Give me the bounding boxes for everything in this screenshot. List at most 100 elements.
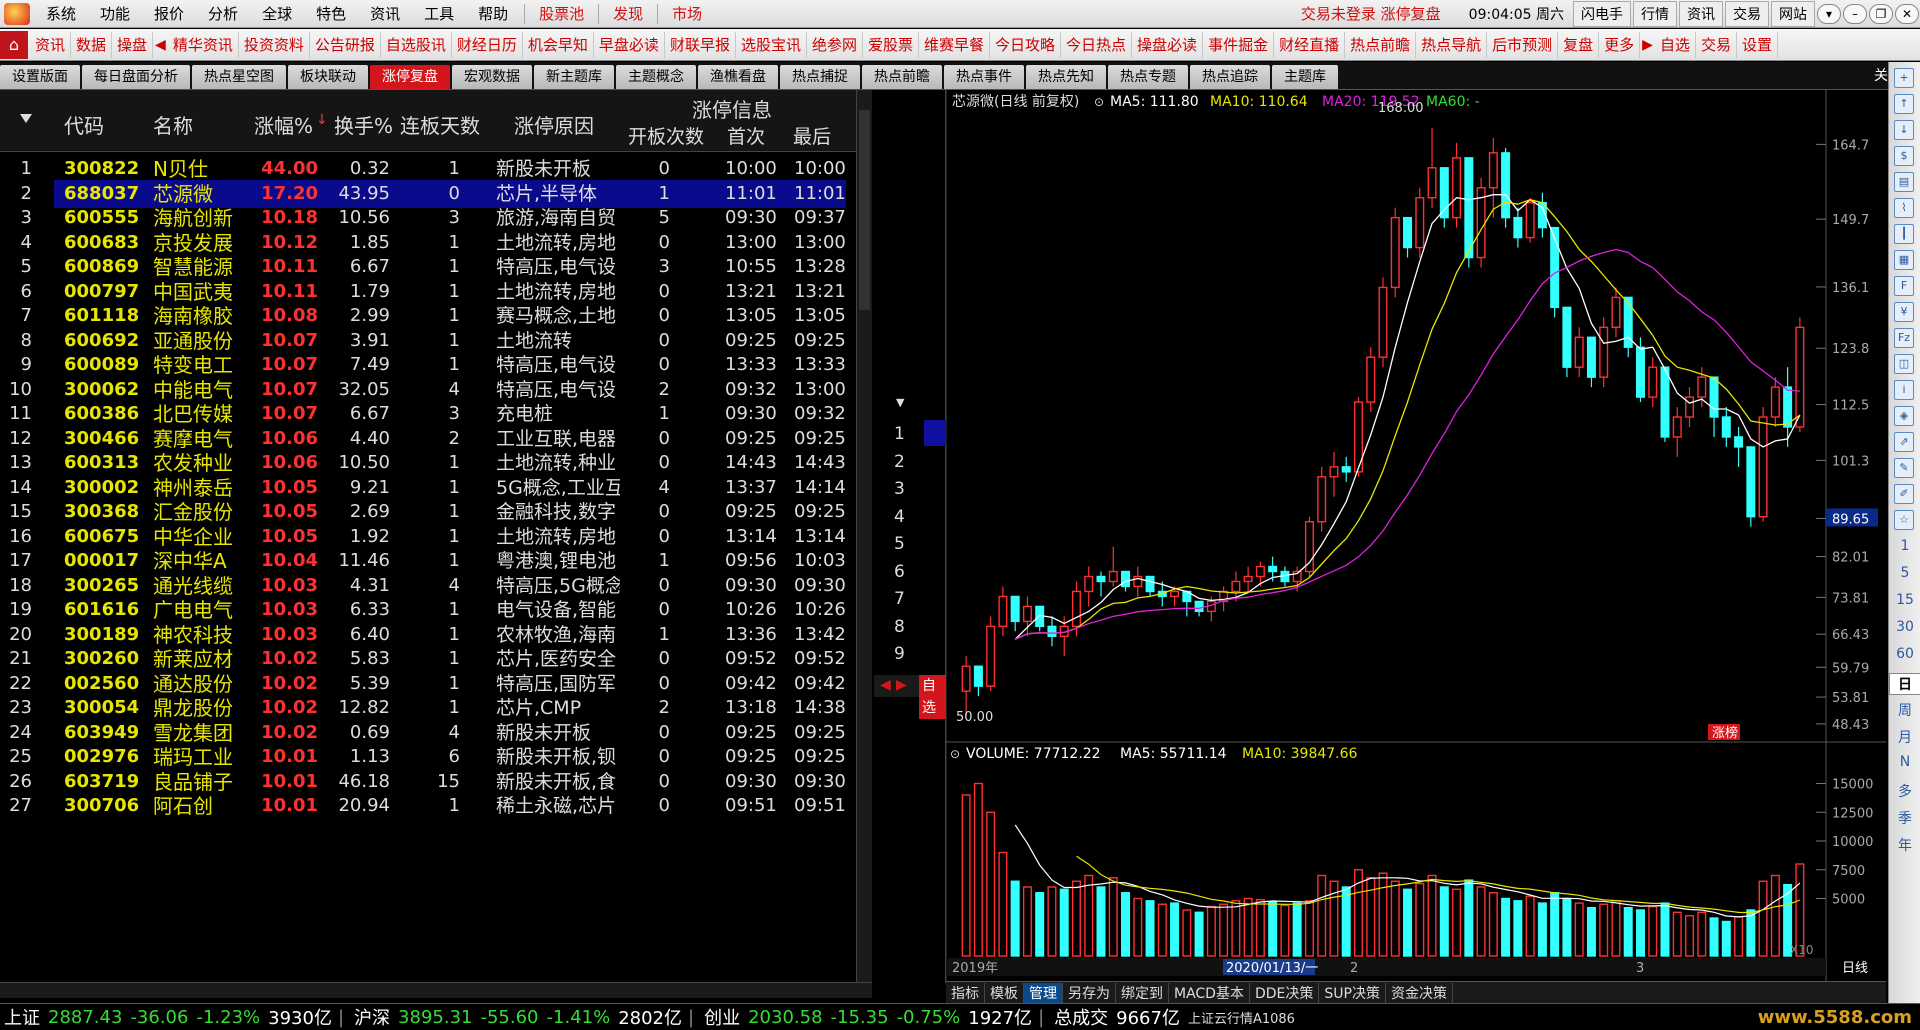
tab-hot-topics[interactable]: 热点专题	[1108, 65, 1188, 89]
brush-icon[interactable]: ✐	[1894, 484, 1914, 504]
tab-sector-link[interactable]: 板块联动	[288, 65, 368, 89]
col-last-time[interactable]: 最后	[793, 122, 831, 149]
col-code[interactable]: 代码	[64, 110, 104, 139]
trade-button[interactable]: 交易	[1725, 0, 1769, 27]
tab-hot-events[interactable]: 热点事件	[944, 65, 1024, 89]
col-limit-days[interactable]: 连板天数	[400, 110, 480, 139]
sh-index-label[interactable]: 上证	[4, 1004, 40, 1030]
maximize-icon[interactable]: ❐	[1869, 3, 1893, 24]
tab-sup[interactable]: SUP决策	[1319, 982, 1386, 1003]
close-icon[interactable]: ✕	[1895, 3, 1919, 24]
tab-macd[interactable]: MACD基本	[1169, 982, 1250, 1003]
toolbar-item[interactable]: 交易	[1696, 31, 1737, 58]
menu-tools[interactable]: 工具	[412, 3, 466, 24]
toolbar-item[interactable]: 维赛早餐	[919, 31, 991, 58]
toolbar-item[interactable]: 设置	[1737, 31, 1778, 58]
up-icon[interactable]: ↑	[1894, 94, 1914, 114]
menu-info[interactable]: 资讯	[358, 3, 412, 24]
tab-layout-settings[interactable]: 设置版面	[0, 65, 80, 89]
list-index[interactable]: 6	[894, 562, 914, 582]
tab-yuqiao-market[interactable]: 渔樵看盘	[698, 65, 778, 89]
tab-indicator[interactable]: 指标	[946, 982, 985, 1003]
info-icon[interactable]: i	[1894, 380, 1914, 400]
fz-icon[interactable]: Fz	[1894, 328, 1914, 348]
menu-market[interactable]: 市场	[662, 3, 712, 24]
period-day[interactable]: 日	[1889, 673, 1920, 695]
tab-theme-library[interactable]: 主题库	[1272, 65, 1338, 89]
list-index[interactable]: 9	[894, 644, 914, 664]
scroll-right-icon[interactable]: ▶	[1640, 37, 1655, 53]
menu-quote[interactable]: 报价	[142, 3, 196, 24]
list-index[interactable]: 7	[894, 589, 914, 609]
scroll-left-icon[interactable]: ◀	[153, 37, 168, 53]
list-index[interactable]: 3	[894, 479, 914, 499]
toolbar-item[interactable]: 爱股票	[863, 31, 919, 58]
period-1min[interactable]: 1	[1889, 538, 1920, 554]
period-year[interactable]: 年	[1889, 835, 1920, 855]
col-reason[interactable]: 涨停原因	[514, 110, 594, 139]
menu-system[interactable]: 系统	[34, 3, 88, 24]
tab-macro-data[interactable]: 宏观数据	[452, 65, 532, 89]
col-change-pct[interactable]: 涨幅%	[254, 110, 313, 139]
edit-icon[interactable]: ✎	[1894, 458, 1914, 478]
tab-fund[interactable]: 资金决策	[1386, 982, 1453, 1003]
list-index[interactable]: 5	[894, 534, 914, 554]
toolbar-item[interactable]: 自选股讯	[381, 31, 452, 58]
toolbar-item[interactable]: 选股宝讯	[736, 31, 807, 58]
tab-hot-starmap[interactable]: 热点星空图	[192, 65, 286, 89]
cy-index-label[interactable]: 创业	[704, 1004, 740, 1030]
collapse-icon[interactable]: ⊙	[1094, 95, 1104, 109]
toolbar-item[interactable]: 投资资料	[239, 31, 310, 58]
tab-hot-prophet[interactable]: 热点先知	[1026, 65, 1106, 89]
toolbar-item[interactable]: 数据	[71, 31, 113, 58]
f10-icon[interactable]: F	[1894, 276, 1914, 296]
list-index[interactable]: 8	[894, 617, 914, 637]
toolbar-item[interactable]: 今日热点	[1061, 31, 1133, 58]
period-season[interactable]: 季	[1889, 808, 1920, 828]
tab-template[interactable]: 模板	[985, 982, 1024, 1003]
kline-icon[interactable]: ┃	[1894, 224, 1914, 244]
down-icon[interactable]: ↓	[1894, 120, 1914, 140]
shield-icon[interactable]: ◈	[1894, 406, 1914, 426]
toolbar-item[interactable]: 热点前瞻	[1345, 31, 1417, 58]
toolbar-item[interactable]: 复盘	[1558, 31, 1600, 58]
list-index[interactable]: 4	[894, 507, 914, 527]
menu-arrow-icon[interactable]: ▾	[1817, 3, 1841, 24]
tab-daily-analysis[interactable]: 每日盘面分析	[82, 65, 190, 89]
period-60min[interactable]: 60	[1889, 646, 1920, 662]
col-open-count[interactable]: 开板次数	[628, 122, 704, 149]
col-name[interactable]: 名称	[153, 110, 193, 139]
trend-icon[interactable]: ⌇	[1894, 198, 1914, 218]
toolbar-item[interactable]: 财联早报	[665, 31, 736, 58]
menu-stock-pool[interactable]: 股票池	[529, 3, 594, 24]
period-15min[interactable]: 15	[1889, 592, 1920, 608]
menu-special[interactable]: 特色	[304, 3, 358, 24]
info-button[interactable]: 资讯	[1679, 0, 1723, 27]
toolbar-item[interactable]: 绝参网	[807, 31, 863, 58]
toolbar-item[interactable]: 热点导航	[1416, 31, 1488, 58]
toolbar-item[interactable]: 事件掘金	[1203, 31, 1275, 58]
toolbar-item[interactable]: 操盘必读	[1132, 31, 1204, 58]
table-icon[interactable]: ▤	[1894, 172, 1914, 192]
tab-hot-capture[interactable]: 热点捕捉	[780, 65, 860, 89]
website-button[interactable]: 网站	[1771, 0, 1815, 27]
collapse-icon[interactable]: ⊙	[950, 747, 960, 761]
plus-icon[interactable]: +	[1894, 68, 1914, 88]
period-month[interactable]: 月	[1889, 727, 1920, 747]
minimize-icon[interactable]: –	[1843, 3, 1867, 24]
flash-trade-button[interactable]: 闪电手	[1573, 0, 1631, 27]
period-n[interactable]: N	[1889, 754, 1920, 770]
vertical-scrollbar[interactable]	[856, 90, 872, 983]
quote-icon[interactable]: $	[1894, 146, 1914, 166]
tab-theme-concept[interactable]: 主题概念	[616, 65, 696, 89]
toolbar-item[interactable]: 精华资讯	[168, 31, 239, 58]
tab-new-theme-library[interactable]: 新主题库	[534, 65, 614, 89]
menu-analysis[interactable]: 分析	[196, 3, 250, 24]
toolbar-item[interactable]: 自选	[1655, 31, 1696, 58]
tab-dde[interactable]: DDE决策	[1250, 982, 1320, 1003]
chart-icon[interactable]: ◫	[1894, 354, 1914, 374]
period-week[interactable]: 周	[1889, 700, 1920, 720]
menu-function[interactable]: 功能	[88, 3, 142, 24]
toolbar-item[interactable]: 今日攻略	[990, 31, 1062, 58]
tab-save-as[interactable]: 另存为	[1063, 982, 1116, 1003]
